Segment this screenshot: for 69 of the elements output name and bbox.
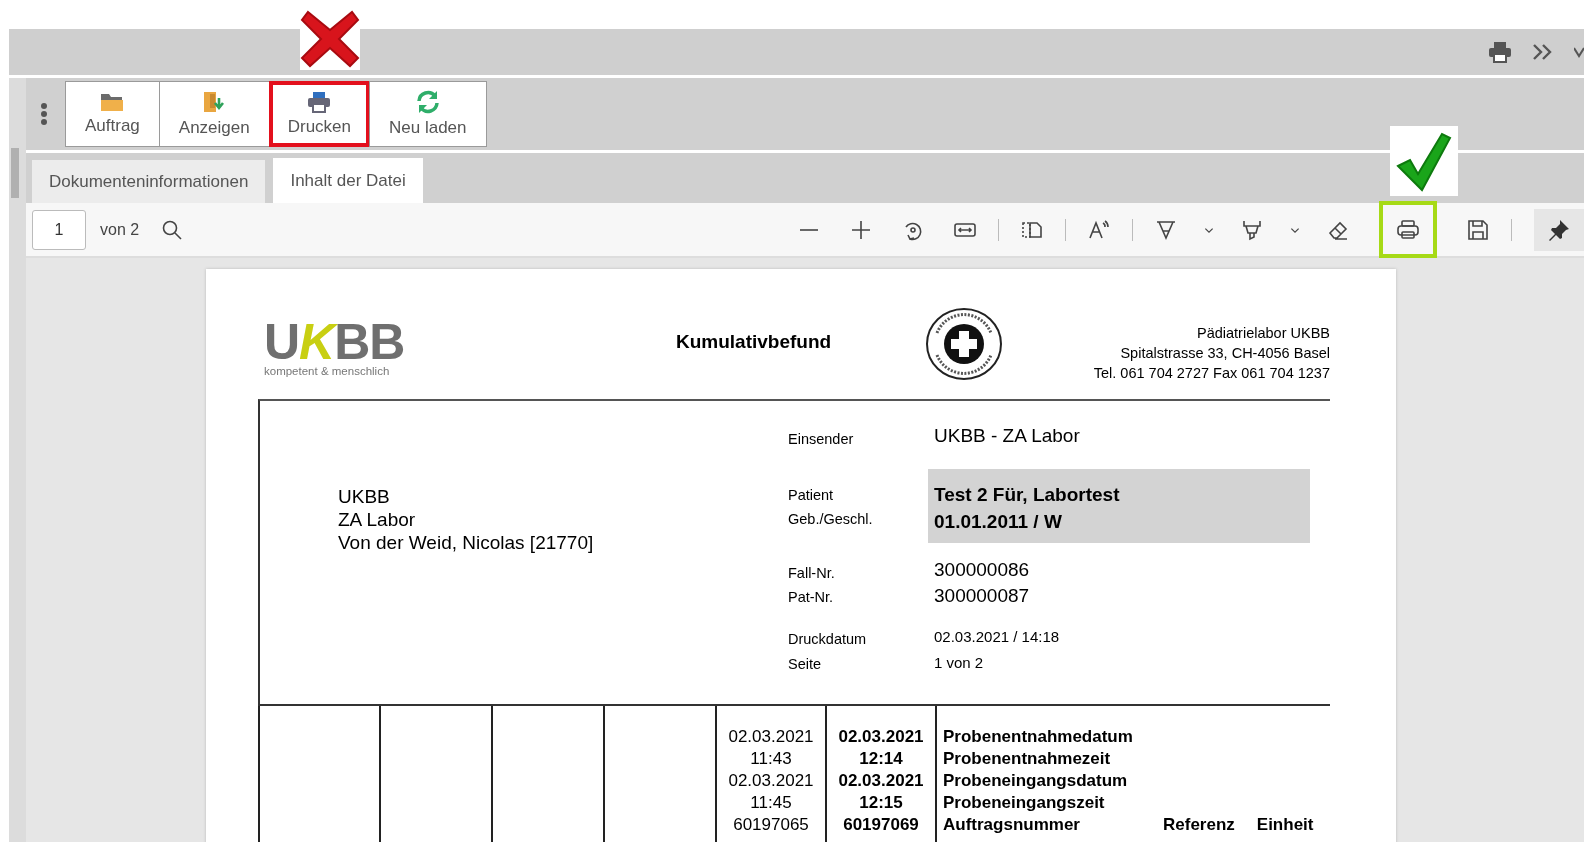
field-value: 02.03.2021 / 14:18 bbox=[934, 627, 1061, 647]
document-download-icon bbox=[202, 90, 227, 114]
checkmark-icon bbox=[1396, 130, 1452, 192]
caret-icon[interactable] bbox=[1574, 45, 1584, 59]
pen-icon[interactable] bbox=[1241, 218, 1263, 241]
table-cell-text: Auftragsnummer bbox=[943, 814, 1081, 836]
field-label: Einsender bbox=[788, 430, 855, 449]
field-value: Test 2 Für, Labortest bbox=[934, 483, 1121, 507]
printer-icon bbox=[1396, 218, 1420, 241]
table-cell-text: 12:14 bbox=[858, 748, 904, 770]
logo-tagline: kompetent & menschlich bbox=[264, 365, 391, 377]
field-value: 01.01.2011 / W bbox=[934, 510, 1063, 534]
table-cell-text: 02.03.2021 bbox=[837, 770, 925, 792]
table-cell-text: Probenentnahmezeit bbox=[943, 748, 1112, 770]
table-cell-text: Probenentnahmedatum bbox=[943, 726, 1134, 748]
reload-icon bbox=[414, 90, 441, 114]
field-value: 300000086 bbox=[934, 558, 1031, 582]
address-line: Pädiatrielabor UKBB bbox=[1196, 324, 1330, 343]
folder-icon bbox=[100, 92, 125, 112]
field-label: Seite bbox=[788, 655, 823, 674]
table-cell-text: 02.03.2021 bbox=[727, 726, 815, 748]
field-label: Fall-Nr. bbox=[788, 564, 836, 583]
table-cell-text: 11:45 bbox=[749, 792, 793, 814]
printer-icon[interactable] bbox=[1488, 41, 1512, 63]
search-icon[interactable] bbox=[161, 218, 184, 241]
double-chevron-icon[interactable] bbox=[1532, 43, 1554, 61]
column-header: Referenz bbox=[1163, 814, 1235, 836]
print-button[interactable] bbox=[1379, 201, 1437, 258]
recipient-line: Von der Weid, Nicolas [21770] bbox=[338, 531, 595, 554]
table-cell-text: 11:43 bbox=[749, 748, 793, 770]
recipient-line: ZA Labor bbox=[338, 508, 417, 531]
pin-button[interactable] bbox=[1534, 208, 1584, 251]
field-label: Patient bbox=[788, 486, 835, 505]
column-header: Einheit bbox=[1256, 814, 1314, 836]
table-cell-text: 02.03.2021 bbox=[727, 770, 815, 792]
scrollbar[interactable] bbox=[11, 148, 19, 198]
address-line: Tel. 061 704 2727 Fax 061 704 1237 bbox=[1093, 364, 1330, 383]
printer-icon bbox=[307, 91, 332, 113]
table-cell-text: 60197069 bbox=[842, 814, 920, 836]
table-cell-text: 02.03.2021 bbox=[837, 726, 925, 748]
toolbar-button[interactable]: Auftrag bbox=[65, 81, 160, 147]
field-label: Pat-Nr. bbox=[788, 588, 835, 607]
tab[interactable]: Dokumenteninformationen bbox=[32, 160, 266, 203]
page-number-field[interactable]: 1 bbox=[32, 209, 86, 250]
tab[interactable]: Inhalt der Datei bbox=[273, 158, 423, 203]
toolbar-button[interactable]: Anzeigen bbox=[158, 81, 270, 147]
field-value: UKBB - ZA Labor bbox=[934, 424, 1081, 448]
pin-icon bbox=[1548, 218, 1570, 241]
read-aloud-icon[interactable] bbox=[1088, 218, 1110, 241]
accreditation-seal-icon bbox=[925, 307, 1004, 381]
toolbar-button[interactable]: Neu laden bbox=[369, 81, 487, 147]
field-value: 1 von 2 bbox=[934, 653, 985, 673]
zoom-in-icon[interactable] bbox=[850, 218, 872, 241]
field-value: 300000087 bbox=[934, 584, 1031, 608]
document-title: Kumulativbefund bbox=[676, 331, 832, 353]
address-line: Spitalstrasse 33, CH-4056 Basel bbox=[1119, 344, 1330, 363]
table-cell-text: 12:15 bbox=[858, 792, 904, 814]
logo: UKBB bbox=[264, 317, 406, 367]
recipient-line: UKBB bbox=[338, 485, 391, 508]
toolbar-button[interactable]: Drucken bbox=[268, 81, 370, 147]
more-icon[interactable] bbox=[40, 103, 48, 125]
field-label: Geb./Geschl. bbox=[788, 510, 874, 529]
field-label: Druckdatum bbox=[788, 630, 868, 649]
table-cell-text: Probeneingangsdatum bbox=[943, 770, 1129, 792]
page-count: von 2 bbox=[100, 220, 140, 239]
highlighter-icon[interactable] bbox=[1155, 218, 1177, 241]
save-icon[interactable] bbox=[1467, 218, 1489, 241]
table-cell-text: Probeneingangszeit bbox=[943, 792, 1106, 814]
table-cell-text: 60197065 bbox=[732, 814, 810, 836]
